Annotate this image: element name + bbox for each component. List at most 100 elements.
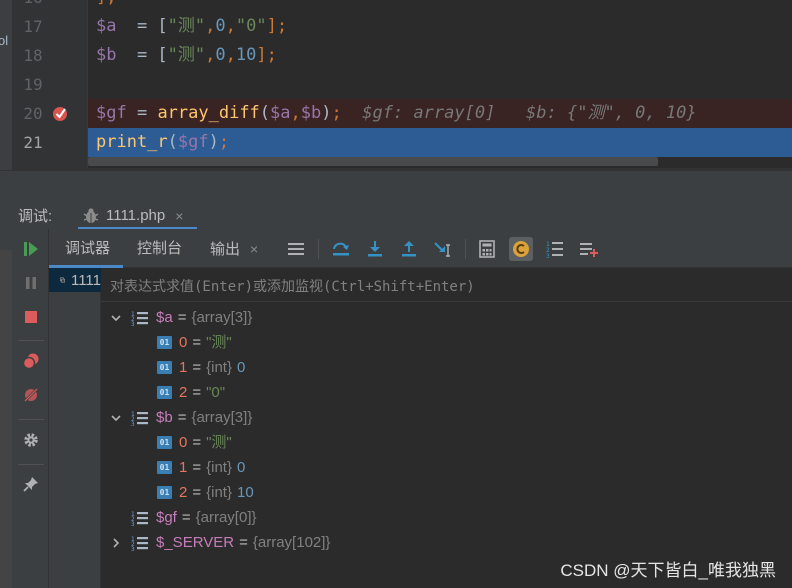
primitive-icon: 01 [157,386,172,399]
debug-session-name: 1111.php [106,207,166,224]
resume-icon [24,242,38,256]
primitive-icon: 01 [157,336,172,349]
left-tool-strip [0,229,12,588]
stop-button[interactable] [21,307,41,327]
variable-row-a-0[interactable]: 01 0 = "测" [157,330,232,355]
sort-icon: 1 2 3 [546,241,563,258]
variable-row-b-1[interactable]: 01 1 = {int} 0 [157,455,245,480]
sort-list-button[interactable]: 1 2 3 [543,237,567,261]
chevron-down-icon[interactable] [109,412,123,424]
line-number: 20 [23,104,43,123]
show-constants-toggle[interactable] [509,237,533,261]
variable-row-a[interactable]: 123 $a = {array[3]} [109,305,252,330]
array-icon: 123 [131,411,148,427]
mute-breakpoints-icon [24,388,38,402]
code-line-20-breakpoint[interactable]: $gf = array_diff($a,$b); $gf: array[0] $… [88,99,792,128]
code-line-19[interactable] [88,70,792,99]
step-into-button[interactable] [363,237,387,261]
array-icon: 123 [131,536,148,552]
gear-icon [24,433,38,447]
pause-button[interactable] [21,273,41,293]
code-line-16[interactable]: ]; [88,0,792,12]
code-line-17[interactable]: $a = ["测",0,"0"]; [88,12,792,41]
frame-item[interactable]: 1111 [49,268,101,292]
inline-value-hint: $b: {"测", 0, 10} [526,103,697,123]
evaluate-expression-input[interactable] [101,273,792,302]
svg-text:3: 3 [131,421,135,427]
tab-console[interactable]: 控制台 [137,229,182,268]
breakpoint-icon[interactable] [52,105,69,122]
project-panel-stub-text: ol [0,33,9,48]
chevron-down-icon[interactable] [109,312,123,324]
primitive-icon: 01 [157,436,172,449]
close-icon[interactable]: × [175,208,183,224]
view-breakpoints-button[interactable] [21,351,41,371]
bug-icon [83,207,99,223]
svg-text:3: 3 [131,546,135,552]
line-number-current: 21 [23,133,43,152]
tab-output[interactable]: 输出 × [210,229,258,268]
code-editor[interactable]: ol 16 17 18 19 20 21 ]; $a = ["测",0,"0"]… [0,0,792,170]
line-number: 16 [18,0,48,12]
tab-debugger[interactable]: 调试器 [49,229,123,268]
constant-icon [513,241,529,257]
calculator-icon [479,240,495,258]
add-watch-icon [580,243,598,257]
run-to-cursor-button[interactable] [431,237,455,261]
code-line-18[interactable]: $b = ["测",0,10]; [88,41,792,70]
step-over-button[interactable] [329,237,353,261]
variable-row-a-2[interactable]: 01 2 = "0" [157,380,225,405]
svg-text:3: 3 [131,321,135,327]
variables-panel: 123 $a={array[3]} 01 0="测" 01 1={int}0 0… [101,268,792,588]
add-watch-button[interactable] [577,237,601,261]
horizontal-scrollbar[interactable] [88,157,658,166]
variable-row-b-2[interactable]: 01 2 = {int} 10 [157,480,254,505]
menu-icon [288,243,304,255]
run-to-cursor-icon [434,242,450,257]
mute-breakpoints-button[interactable] [21,385,41,405]
watermark: CSDN @天下皆白_唯我独黑 [560,561,776,580]
variable-row-b[interactable]: 123 $b = {array[3]} [109,405,252,430]
project-panel-edge: ol [0,0,12,170]
debug-title: 调试: [18,208,53,225]
step-out-button[interactable] [397,237,421,261]
close-icon[interactable]: × [250,241,258,257]
line-gutter[interactable]: 16 17 18 19 20 21 [12,0,88,170]
primitive-icon: 01 [157,461,172,474]
chevron-right-icon[interactable] [109,537,123,549]
array-icon: 123 [131,311,148,327]
step-into-icon [368,241,382,257]
line-number: 18 [23,46,43,65]
frames-panel: 1111 [49,268,101,588]
primitive-icon: 01 [157,486,172,499]
debug-session-tab[interactable]: 1111.php × [78,201,196,230]
breakpoints-icon [22,353,39,370]
variable-row-b-0[interactable]: 01 0 = "测" [157,430,232,455]
line-number: 19 [23,75,43,94]
debug-action-bar [12,229,49,588]
svg-text:3: 3 [546,253,550,258]
pause-icon [26,277,36,289]
debug-tool-window-header: 调试: 1111.php × [0,170,792,229]
settings-button[interactable] [21,430,41,450]
step-out-icon [402,241,416,257]
evaluate-expression-button[interactable] [475,237,499,261]
resume-button[interactable] [21,239,41,259]
code-line-21-execution-point[interactable]: print_r($gf); [88,128,792,157]
pin-icon [23,477,38,492]
show-frames-button[interactable] [284,237,308,261]
svg-text:3: 3 [131,521,135,527]
variable-row-gf[interactable]: 123 $gf = {array[0]} [131,505,257,530]
variable-row-server[interactable]: 123 $_SERVER = {array[102]} [109,530,330,555]
pin-tab-button[interactable] [21,474,41,494]
array-icon: 123 [131,511,148,527]
debugger-toolbar: 调试器 控制台 输出 × 1 2 3 [49,229,792,268]
line-number: 17 [23,17,43,36]
inline-value-hint: $gf: array[0] [362,103,496,123]
frame-label: 1111 [70,271,101,289]
step-over-icon [333,242,349,256]
stop-icon [25,311,37,323]
primitive-icon: 01 [157,361,172,374]
frame-icon [60,277,65,283]
variable-row-a-1[interactable]: 01 1 = {int} 0 [157,355,245,380]
